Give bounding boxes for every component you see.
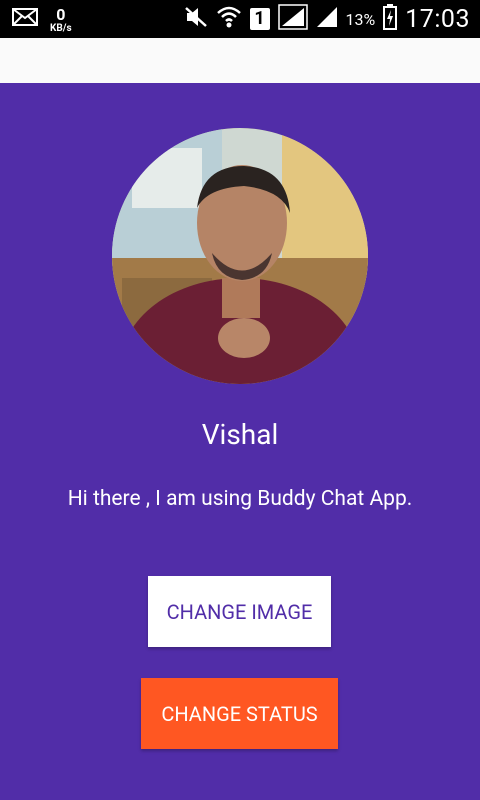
clock: 17:03 bbox=[405, 4, 470, 34]
signal-icon-2 bbox=[316, 6, 338, 32]
change-status-button[interactable]: CHANGE STATUS bbox=[141, 678, 338, 749]
toolbar bbox=[0, 38, 480, 83]
battery-charging-icon bbox=[383, 4, 398, 34]
wifi-icon bbox=[216, 5, 242, 33]
status-bar-left: 0 KB/s bbox=[12, 0, 72, 38]
avatar-image bbox=[112, 128, 368, 384]
network-speed-value: 0 bbox=[56, 4, 66, 24]
network-speed-unit: KB/s bbox=[50, 22, 72, 34]
profile-avatar[interactable] bbox=[112, 128, 368, 384]
network-speed: 0 KB/s bbox=[50, 4, 72, 34]
mail-icon bbox=[12, 8, 38, 30]
status-bar-right: 1 13% 17:03 bbox=[184, 0, 470, 38]
change-image-button[interactable]: CHANGE IMAGE bbox=[148, 576, 331, 647]
sim-slot-indicator: 1 bbox=[249, 8, 270, 30]
profile-status: Hi there , I am using Buddy Chat App. bbox=[67, 487, 413, 511]
status-bar: 0 KB/s 1 13% 17:03 bbox=[0, 0, 480, 38]
signal-icon bbox=[277, 4, 308, 34]
battery-percent: 13% bbox=[345, 9, 376, 29]
mute-icon bbox=[184, 6, 208, 32]
profile-name: Vishal bbox=[201, 418, 279, 451]
